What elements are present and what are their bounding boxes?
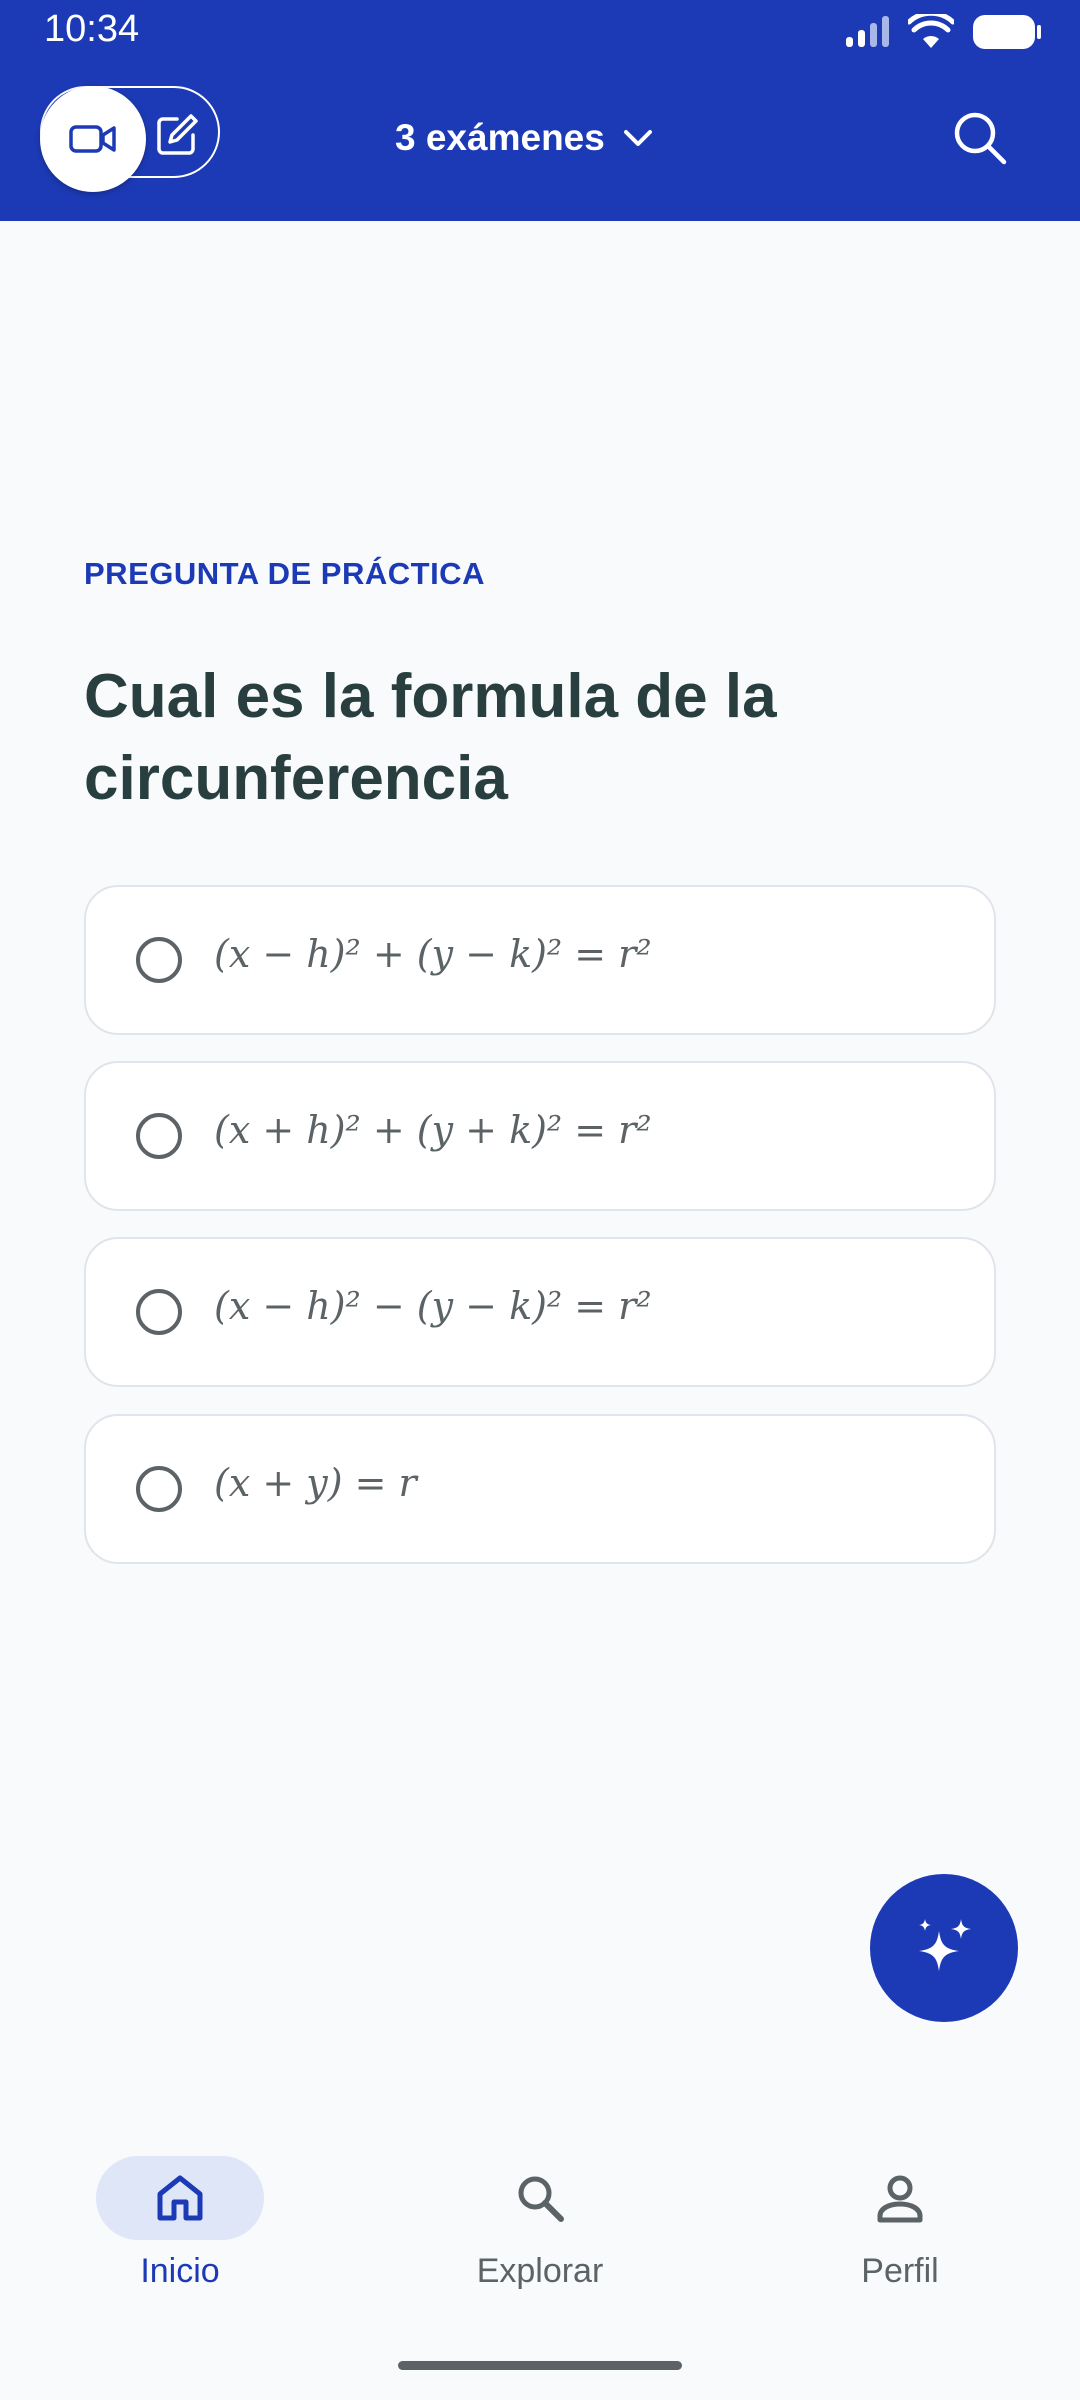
nav-label-perfil: Perfil	[861, 2252, 939, 2290]
answer-option-3[interactable]: (x − h)² − (y − k)² = r²	[84, 1237, 996, 1387]
edit-mode-button[interactable]	[152, 110, 202, 160]
wifi-icon	[908, 14, 954, 48]
bottom-navigation: Inicio Explorar Perfil	[0, 2130, 1080, 2330]
signal-icon	[846, 16, 889, 47]
answer-option-4[interactable]: (x + y) = r	[84, 1414, 996, 1564]
nav-item-inicio[interactable]: Inicio	[60, 2154, 300, 2304]
ai-assistant-button[interactable]	[870, 1874, 1018, 2022]
nav-active-indicator	[96, 2156, 264, 2240]
answer-option-2[interactable]: (x + h)² + (y + k)² = r²	[84, 1061, 996, 1211]
search-icon	[954, 112, 1007, 165]
home-indicator	[398, 2361, 682, 2370]
app-header: 10:34 3 exámenes	[0, 0, 1080, 221]
search-icon	[518, 2176, 564, 2222]
nav-label-inicio: Inicio	[140, 2252, 220, 2290]
edit-icon	[157, 114, 198, 155]
sparkles-icon	[919, 1919, 971, 1971]
answer-formula: (x + y) = r	[214, 1461, 417, 1505]
search-button[interactable]	[950, 108, 1010, 168]
video-icon	[69, 125, 116, 153]
answer-option-1[interactable]: (x − h)² + (y − k)² = r²	[84, 885, 996, 1035]
exam-selector[interactable]: 3 exámenes	[395, 108, 653, 168]
exam-selector-label: 3 exámenes	[395, 117, 605, 158]
answer-formula: (x + h)² + (y + k)² = r²	[214, 1108, 652, 1152]
radio-button[interactable]	[136, 1289, 182, 1335]
radio-button[interactable]	[136, 937, 182, 983]
status-time: 10:34	[44, 8, 140, 50]
home-icon	[157, 2175, 203, 2221]
question-text: Cual es la formula de la circunferencia	[84, 662, 777, 813]
status-icons	[844, 12, 1042, 52]
answer-formula: (x − h)² + (y − k)² = r²	[214, 932, 652, 976]
battery-icon	[973, 15, 1041, 49]
nav-item-explorar[interactable]: Explorar	[420, 2154, 660, 2304]
person-icon	[877, 2175, 923, 2223]
answer-formula: (x − h)² − (y − k)² = r²	[214, 1284, 652, 1328]
radio-button[interactable]	[136, 1466, 182, 1512]
question-kicker: PREGUNTA DE PRÁCTICA	[84, 556, 485, 591]
video-mode-button[interactable]	[40, 86, 146, 192]
radio-button[interactable]	[136, 1113, 182, 1159]
nav-label-explorar: Explorar	[476, 2252, 604, 2290]
nav-item-perfil[interactable]: Perfil	[780, 2154, 1020, 2304]
chevron-down-icon	[623, 130, 652, 146]
